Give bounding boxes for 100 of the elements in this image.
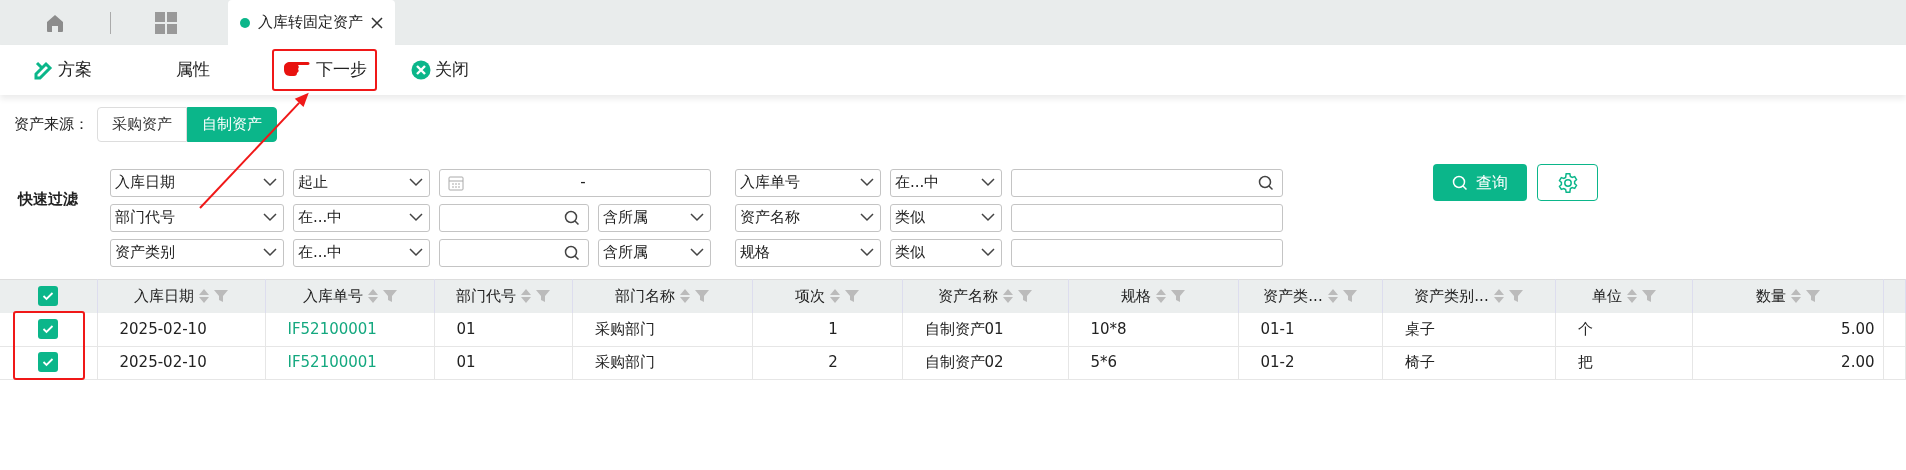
check-icon [42,324,55,334]
sort-icon[interactable] [520,288,532,305]
caret-icon [981,178,995,187]
filter-icon[interactable] [1508,289,1523,304]
search-field[interactable] [439,238,589,267]
filter-icon[interactable] [695,289,709,304]
dropdown[interactable]: 含所属 [598,203,711,232]
filter-icon[interactable] [1805,289,1820,304]
table-cell: 01-2 [1260,353,1295,372]
dropdown[interactable]: 部门代号 [110,203,284,232]
checkbox[interactable] [38,352,59,373]
check-icon [42,291,55,301]
grid-icon [155,11,177,34]
sort-icon[interactable] [679,288,691,305]
column-header[interactable]: 规格 [1121,285,1151,308]
dropdown[interactable]: 资产名称 [735,203,881,232]
caret-icon [263,248,277,257]
sort-icon[interactable] [829,288,841,305]
dropdown[interactable]: 入库单号 [735,168,881,197]
table-cell: 桌子 [1404,320,1435,338]
table-cell: 椅子 [1404,353,1435,372]
status-dot [240,17,250,28]
dropdown[interactable]: 规格 [735,238,881,267]
filter-icon[interactable] [382,289,397,304]
search-icon [1258,174,1274,191]
sort-icon[interactable] [1789,288,1802,305]
search-icon [1452,174,1468,191]
sort-icon[interactable] [366,288,379,305]
caret-icon [981,248,995,257]
table-cell: 自制资产01 [924,320,1004,338]
column-header[interactable]: 单位 [1591,285,1622,308]
table-cell: 10*8 [1090,320,1127,338]
search-field[interactable] [439,203,589,232]
filter-icon[interactable] [1171,289,1185,304]
dropdown[interactable]: 类似 [890,203,1002,232]
filter-icon[interactable] [536,289,550,304]
source-label: 资产来源： [14,114,89,135]
sort-icon[interactable] [1002,288,1014,305]
home-icon [45,12,65,33]
search-icon [564,209,580,226]
toolbar-button[interactable]: 方案 [24,49,102,91]
dropdown[interactable]: 在...中 [890,168,1002,197]
caret-icon [263,213,277,222]
dropdown[interactable]: 在...中 [293,203,430,232]
dropdown[interactable]: 起止 [293,168,430,197]
caret-icon [409,213,423,222]
caret-icon [860,248,874,257]
close-icon [411,60,431,80]
toolbar-button[interactable]: 下一步 [272,49,377,91]
toolbar-button[interactable]: 属性 [126,49,248,91]
table-cell: 个 [1577,320,1593,338]
dropdown[interactable]: 含所属 [598,238,711,267]
table-cell: 01-1 [1260,320,1295,338]
dropdown[interactable]: 资产类别 [110,238,284,267]
filter-icon[interactable] [1342,289,1357,304]
input-field[interactable] [1011,203,1283,232]
sort-icon[interactable] [198,288,210,305]
table-cell: 1 [828,320,838,338]
search-field[interactable] [1011,168,1283,197]
checkbox[interactable] [38,286,59,306]
checkbox[interactable] [38,319,59,339]
close-icon[interactable] [371,16,383,29]
table-cell: 把 [1577,353,1593,372]
segment-button[interactable]: 采购资产 [97,107,187,142]
caret-icon [860,178,874,187]
sort-icon[interactable] [1155,288,1167,305]
caret-icon [690,248,704,257]
filter-icon[interactable] [1641,289,1656,304]
filter-icon[interactable] [214,289,228,304]
input-field[interactable] [1011,238,1283,267]
column-header[interactable]: 项次 [795,285,825,308]
dropdown[interactable]: 类似 [890,238,1002,267]
table-cell: 2025-02-10 [119,320,207,338]
pencil-ruler-icon [34,60,54,80]
caret-icon [409,178,423,187]
table-cell: 5*6 [1090,353,1118,372]
caret-icon [409,248,423,257]
table-cell: 采购部门 [594,320,655,338]
table-cell: 5.00 [1841,320,1875,338]
caret-icon [690,213,704,222]
settings-button[interactable] [1537,164,1598,201]
filter-title: 快速过滤 [18,188,79,210]
caret-icon [860,213,874,222]
sort-icon[interactable] [1625,288,1638,305]
table-cell: 2025-02-10 [119,353,207,372]
search-icon [564,244,580,261]
table-cell: 自制资产02 [924,353,1004,372]
sort-icon[interactable] [1492,288,1505,305]
page-tab[interactable]: 入库转固定资产 [228,0,395,45]
table-cell: 采购部门 [594,353,655,372]
date-range-field[interactable]: - [439,168,711,197]
check-icon [42,357,55,368]
dropdown[interactable]: 在...中 [293,238,430,267]
toolbar-button[interactable]: 关闭 [401,49,479,91]
column-header[interactable]: 数量 [1755,285,1786,308]
filter-icon[interactable] [845,289,859,304]
sort-icon[interactable] [1326,288,1339,305]
dropdown[interactable]: 入库日期 [110,168,284,197]
filter-icon[interactable] [1018,289,1032,304]
table-cell: 01 [456,353,476,372]
